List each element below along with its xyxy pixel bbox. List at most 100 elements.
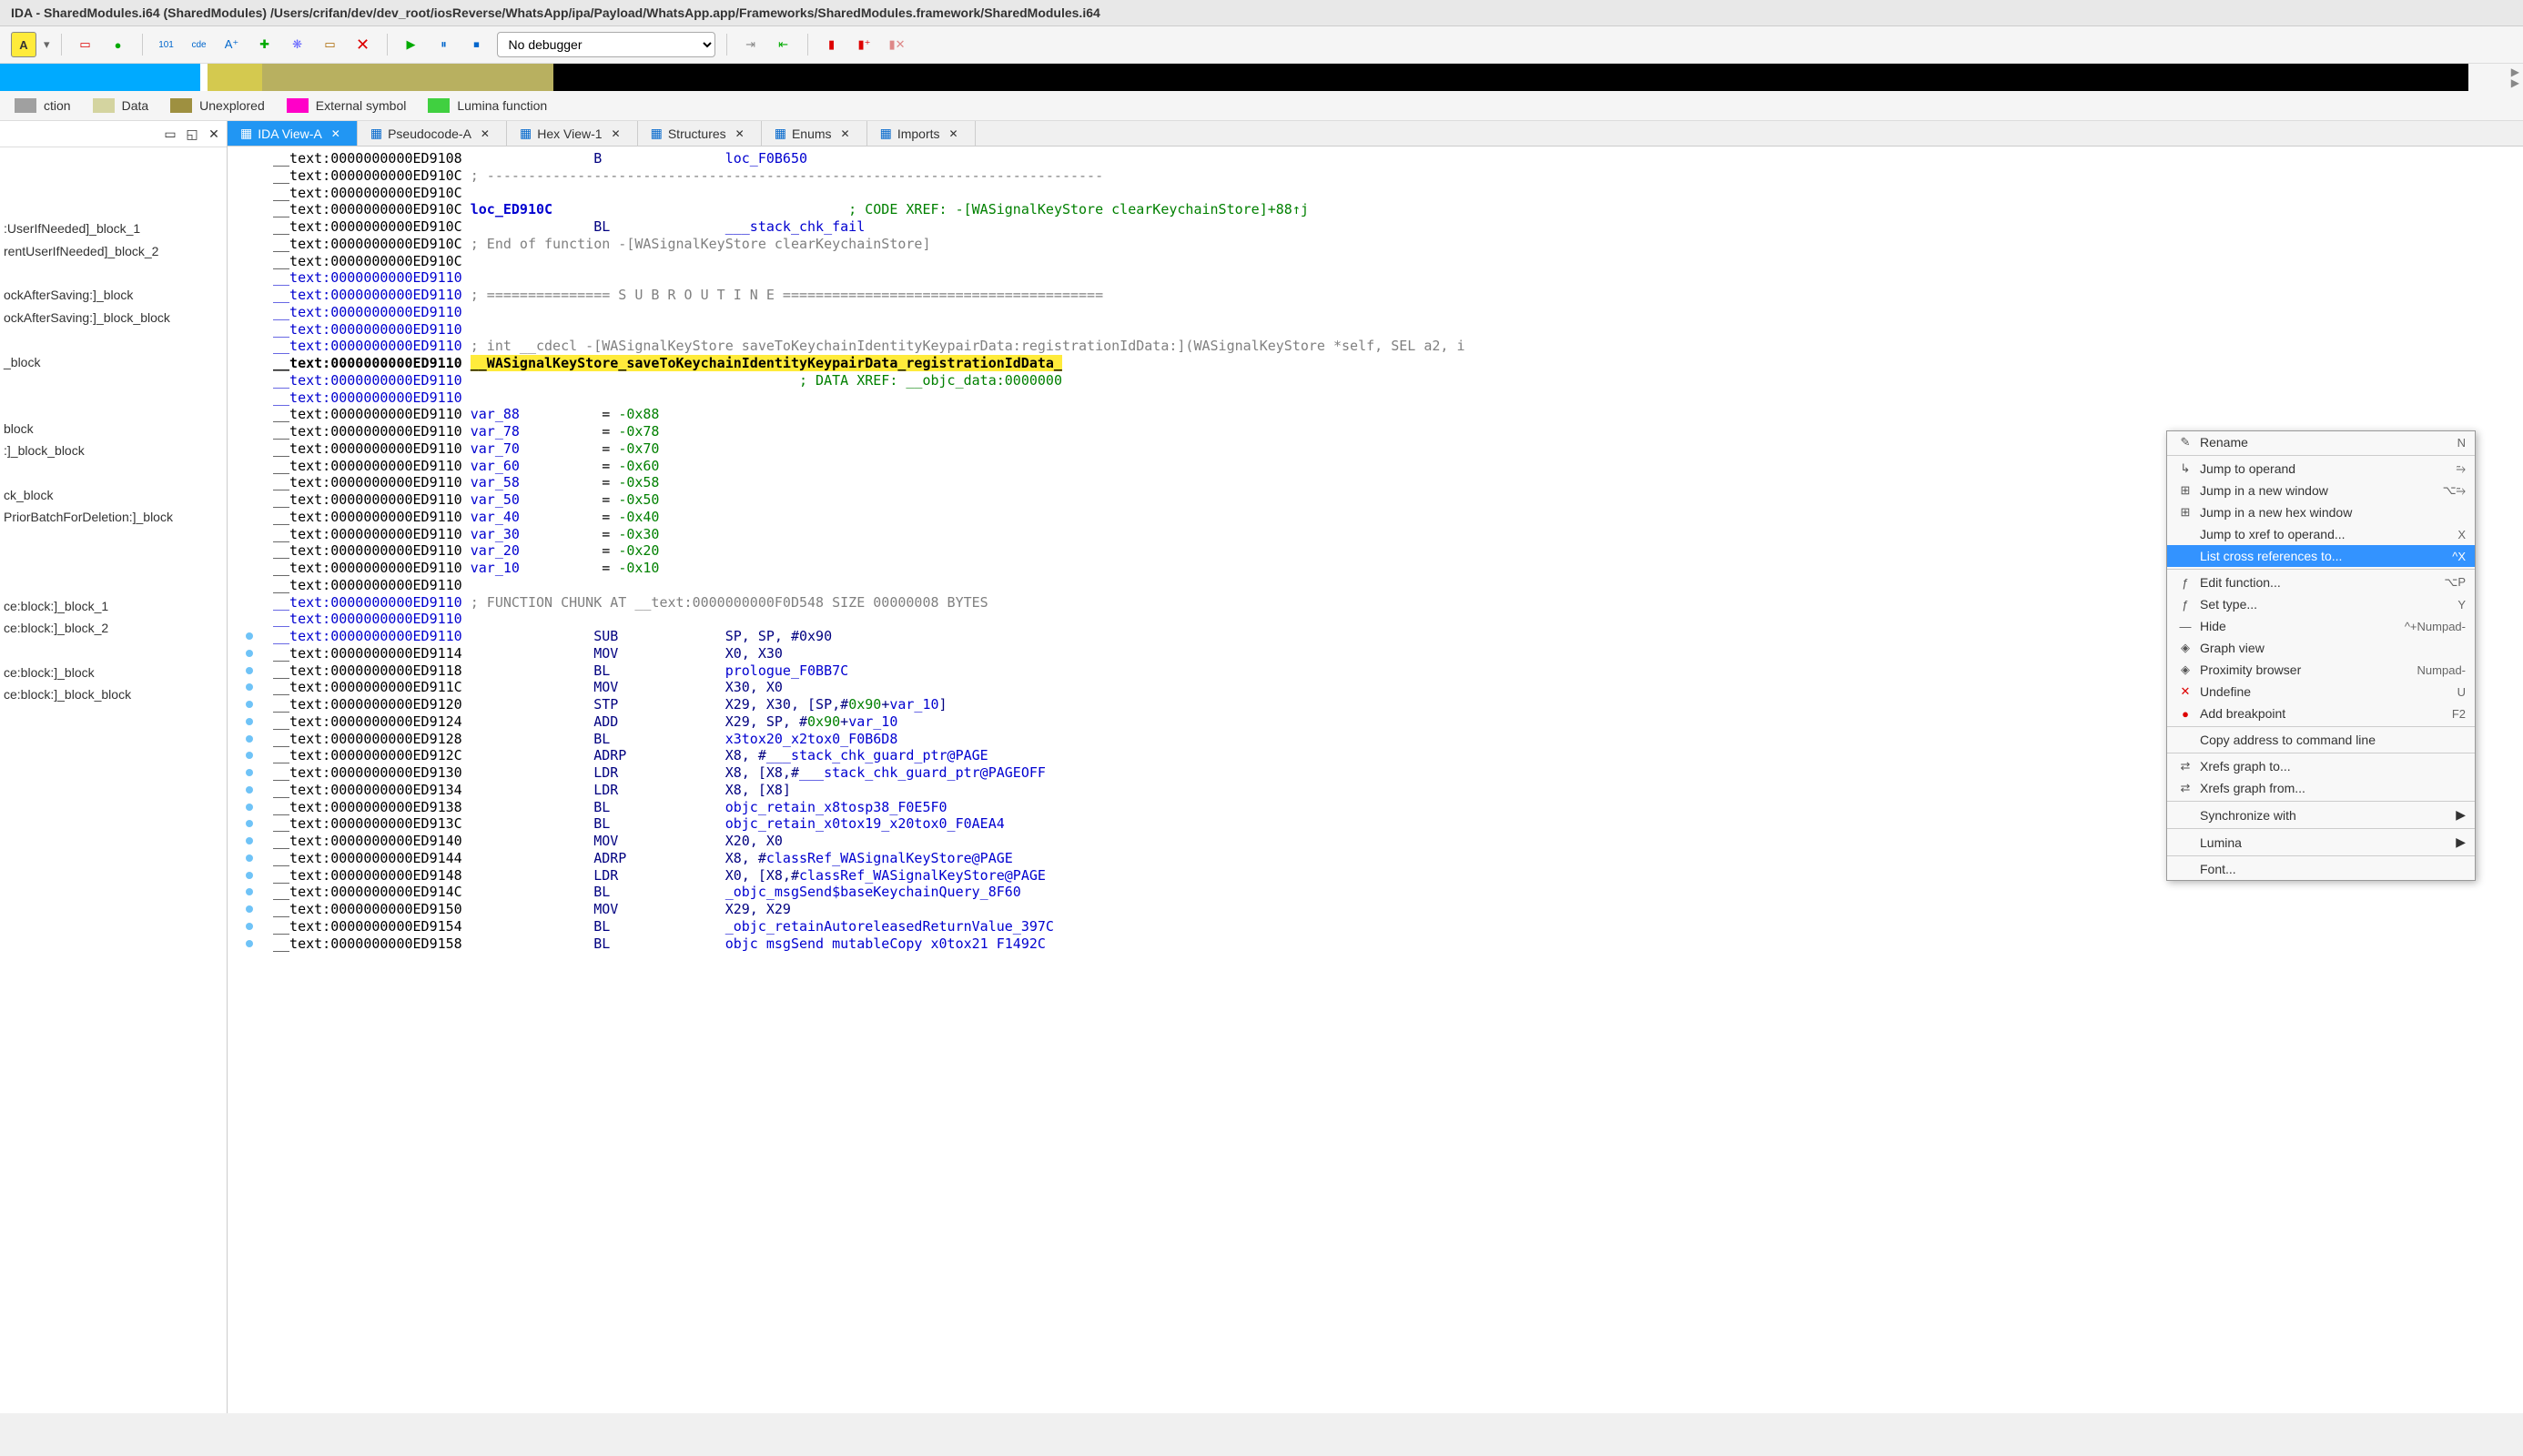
disasm-line[interactable]: __text:0000000000ED910C ; --------------… (228, 167, 2523, 185)
disasm-line[interactable]: __text:0000000000ED9110 ; ==============… (228, 287, 2523, 304)
disasm-line[interactable]: __text:0000000000ED9108 B loc_F0B650 (228, 150, 2523, 167)
disasm-line[interactable]: __text:0000000000ED9154 BL _objc_retainA… (228, 918, 2523, 935)
menu-item-jump-in-a-new-window[interactable]: ⊞Jump in a new window⌥⥲ (2167, 480, 2475, 501)
function-item[interactable]: :UserIfNeeded]_block_1 (0, 217, 227, 239)
function-item[interactable]: _block (0, 351, 227, 373)
menu-item-jump-to-operand[interactable]: ↳Jump to operand⥲ (2167, 458, 2475, 480)
disasm-line[interactable]: __text:0000000000ED9110 (228, 321, 2523, 339)
disasm-line[interactable]: __text:0000000000ED9110 ; DATA XREF: __o… (228, 372, 2523, 389)
bp-list-icon[interactable]: ▮ (819, 32, 845, 57)
tab-hex-view-1[interactable]: ▦Hex View-1✕ (507, 121, 638, 146)
toolbar-edit-icon[interactable]: ▭ (318, 32, 343, 57)
disasm-line[interactable]: __text:0000000000ED910C loc_ED910C ; COD… (228, 201, 2523, 218)
toolbar-text-icon[interactable]: ▭ (73, 32, 98, 57)
menu-item-xrefs-graph-to---[interactable]: ⇄Xrefs graph to... (2167, 755, 2475, 777)
function-item[interactable]: ce:block:]_block_2 (0, 617, 227, 639)
stop-icon[interactable]: ⏹ (464, 32, 490, 57)
tab-enums[interactable]: ▦Enums✕ (762, 121, 867, 146)
toolbar-add-icon[interactable]: ✚ (252, 32, 278, 57)
function-item[interactable]: PriorBatchForDeletion:]_block (0, 506, 227, 528)
menu-item-synchronize-with[interactable]: Synchronize with▶ (2167, 804, 2475, 826)
function-item[interactable] (0, 329, 227, 350)
tab-pseudocode-a[interactable]: ▦Pseudocode-A✕ (358, 121, 507, 146)
disasm-line[interactable]: __text:0000000000ED9150 MOV X29, X29 (228, 901, 2523, 918)
function-item[interactable] (0, 461, 227, 483)
menu-item-copy-address-to-command-line[interactable]: Copy address to command line (2167, 729, 2475, 751)
function-item[interactable] (0, 551, 227, 572)
function-item[interactable] (0, 196, 227, 217)
functions-list[interactable]: :UserIfNeeded]_block_1rentUserIfNeeded]_… (0, 147, 227, 1412)
menu-item-graph-view[interactable]: ◈Graph view (2167, 637, 2475, 659)
menu-item-rename[interactable]: ✎RenameN (2167, 431, 2475, 453)
step-into-icon[interactable]: ⇥ (738, 32, 764, 57)
bp-del-icon[interactable]: ▮✕ (885, 32, 910, 57)
function-item[interactable]: ce:block:]_block_block (0, 683, 227, 705)
sidebar-close-icon[interactable]: ✕ (205, 125, 223, 143)
disasm-line[interactable]: __text:0000000000ED9158 BL objc msgSend … (228, 935, 2523, 953)
menu-item-jump-to-xref-to-operand---[interactable]: Jump to xref to operand...X (2167, 523, 2475, 545)
tab-close-icon[interactable]: ✕ (328, 127, 344, 140)
menu-item-xrefs-graph-from---[interactable]: ⇄Xrefs graph from... (2167, 777, 2475, 799)
menu-item-lumina[interactable]: Lumina▶ (2167, 831, 2475, 854)
disasm-line[interactable]: __text:0000000000ED910C BL ___stack_chk_… (228, 218, 2523, 236)
tab-close-icon[interactable]: ✕ (477, 127, 493, 140)
function-item[interactable] (0, 640, 227, 662)
toolbar-data-icon[interactable]: cde (187, 32, 212, 57)
step-out-icon[interactable]: ⇤ (771, 32, 796, 57)
navigation-band[interactable]: ▶ ▶ (0, 64, 2523, 91)
disasm-line[interactable]: __text:0000000000ED910C (228, 185, 2523, 202)
function-item[interactable] (0, 572, 227, 594)
function-item[interactable]: ck_block (0, 484, 227, 506)
function-item[interactable]: block (0, 418, 227, 440)
function-item[interactable] (0, 529, 227, 551)
function-item[interactable] (0, 262, 227, 284)
function-item[interactable] (0, 395, 227, 417)
bp-add-icon[interactable]: ▮⁺ (852, 32, 877, 57)
disasm-line[interactable]: __text:0000000000ED910C ; End of functio… (228, 236, 2523, 253)
tab-ida-view-a[interactable]: ▦IDA View-A✕ (228, 121, 358, 146)
disasm-line[interactable]: __text:0000000000ED9110 (228, 304, 2523, 321)
tab-imports[interactable]: ▦Imports✕ (867, 121, 976, 146)
tab-close-icon[interactable]: ✕ (837, 127, 854, 140)
function-item[interactable]: ockAfterSaving:]_block_block (0, 307, 227, 329)
disasm-line[interactable]: __text:0000000000ED914C BL _objc_msgSend… (228, 884, 2523, 901)
toolbar-struct-icon[interactable]: A⁺ (219, 32, 245, 57)
toolbar-record-icon[interactable]: ● (106, 32, 131, 57)
menu-item-add-breakpoint[interactable]: ●Add breakpointF2 (2167, 703, 2475, 724)
menu-item-font---[interactable]: Font... (2167, 858, 2475, 880)
tab-close-icon[interactable]: ✕ (732, 127, 748, 140)
toolbar-delete-icon[interactable]: ✕ (350, 32, 376, 57)
run-icon[interactable]: ▶ (399, 32, 424, 57)
menu-item-jump-in-a-new-hex-window[interactable]: ⊞Jump in a new hex window (2167, 501, 2475, 523)
function-item[interactable]: :]_block_block (0, 440, 227, 461)
tab-close-icon[interactable]: ✕ (946, 127, 962, 140)
menu-item-list-cross-references-to---[interactable]: List cross references to...^X (2167, 545, 2475, 567)
disasm-line[interactable]: __text:0000000000ED910C (228, 253, 2523, 270)
disasm-line[interactable]: __text:0000000000ED9110 (228, 269, 2523, 287)
disasm-line[interactable]: __text:0000000000ED9110 __WASignalKeySto… (228, 355, 2523, 372)
pause-icon[interactable]: ⏸ (431, 32, 457, 57)
toolbar-marker-icon[interactable]: A (11, 32, 36, 57)
function-item[interactable] (0, 373, 227, 395)
tab-structures[interactable]: ▦Structures✕ (638, 121, 762, 146)
tab-close-icon[interactable]: ✕ (608, 127, 624, 140)
disasm-line[interactable]: __text:0000000000ED9110 var_88 = -0x88 (228, 406, 2523, 423)
function-item[interactable]: ockAfterSaving:]_block (0, 284, 227, 306)
function-item[interactable]: ce:block:]_block_1 (0, 595, 227, 617)
menu-item-hide[interactable]: —Hide^+Numpad- (2167, 615, 2475, 637)
menu-item-proximity-browser[interactable]: ◈Proximity browserNumpad- (2167, 659, 2475, 681)
function-item[interactable] (0, 151, 227, 173)
disasm-line[interactable]: __text:0000000000ED9110 (228, 389, 2523, 407)
debugger-select[interactable]: No debugger (497, 32, 715, 57)
toolbar-code-icon[interactable]: 101 (154, 32, 179, 57)
menu-item-undefine[interactable]: ✕UndefineU (2167, 681, 2475, 703)
sidebar-minimize-icon[interactable]: ▭ (161, 125, 179, 143)
function-item[interactable]: rentUserIfNeeded]_block_2 (0, 240, 227, 262)
disasm-line[interactable]: __text:0000000000ED9110 ; int __cdecl -[… (228, 338, 2523, 355)
menu-item-edit-function---[interactable]: ƒEdit function...⌥P (2167, 571, 2475, 593)
toolbar-snow-icon[interactable]: ❋ (285, 32, 310, 57)
function-item[interactable] (0, 173, 227, 195)
sidebar-restore-icon[interactable]: ◱ (183, 125, 201, 143)
menu-item-set-type---[interactable]: ƒSet type...Y (2167, 593, 2475, 615)
function-item[interactable]: ce:block:]_block (0, 662, 227, 683)
